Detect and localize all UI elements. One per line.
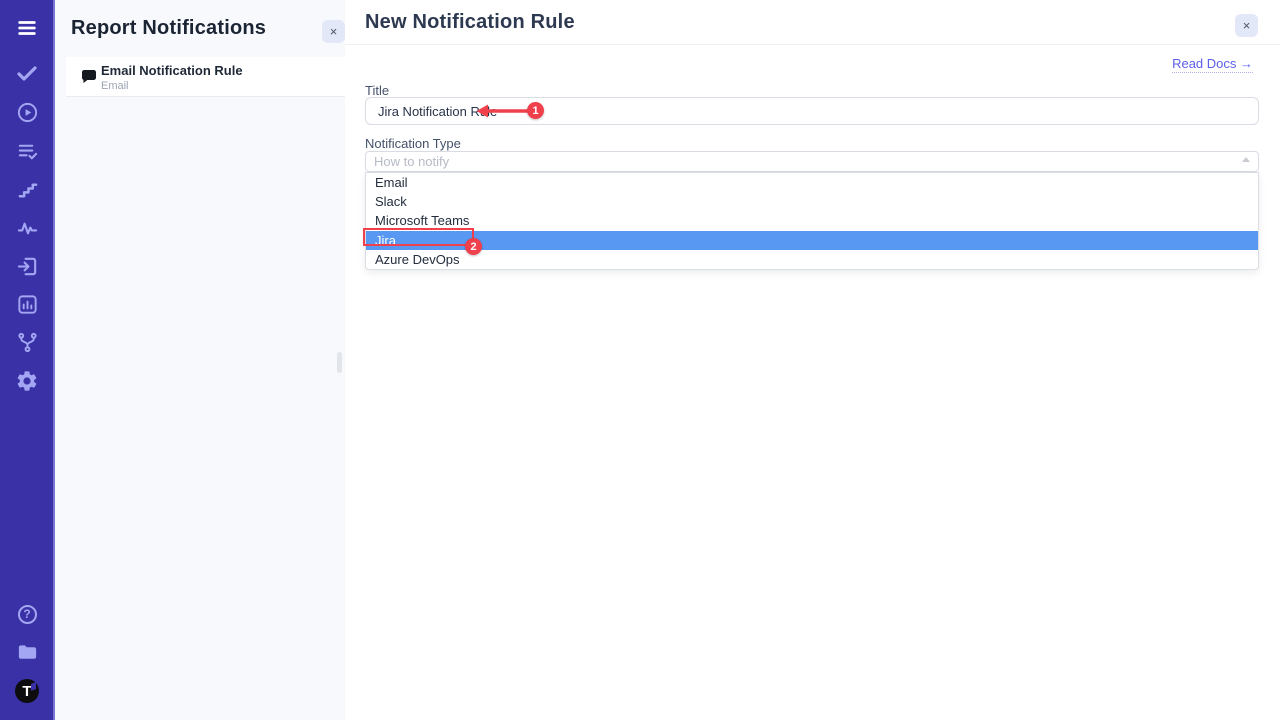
sidebar: ? T <box>0 0 55 720</box>
speech-bubble-icon <box>80 68 98 90</box>
option-slack[interactable]: Slack <box>366 192 1258 211</box>
steps-icon[interactable] <box>14 176 40 202</box>
list-check-icon[interactable] <box>14 138 40 164</box>
annotation-step-2-badge: 2 <box>465 238 482 255</box>
list-item-title: Email Notification Rule <box>101 63 243 78</box>
panel-close-button[interactable]: × <box>322 20 345 43</box>
drawer-close-button[interactable]: × <box>1235 14 1258 37</box>
list-item-subtitle: Email <box>101 80 129 92</box>
annotation-highlight-box <box>363 228 474 246</box>
t-logo[interactable]: T <box>14 678 40 704</box>
check-icon[interactable] <box>14 60 40 86</box>
fork-icon[interactable] <box>14 329 40 355</box>
option-jira[interactable]: Jira <box>366 231 1258 250</box>
list-item-email-notification-rule[interactable]: Email Notification Rule Email <box>66 57 345 97</box>
option-microsoft-teams[interactable]: Microsoft Teams <box>366 211 1258 230</box>
help-icon[interactable]: ? <box>14 601 40 627</box>
select-placeholder: How to notify <box>374 152 449 171</box>
new-notification-rule-drawer: New Notification Rule × Read Docs → Titl… <box>345 0 1280 720</box>
drawer-header: New Notification Rule <box>345 0 1280 45</box>
report-notifications-panel: Report Notifications × Email Notificatio… <box>55 0 345 720</box>
option-azure-devops[interactable]: Azure DevOps <box>366 250 1258 269</box>
annotation-step-1-badge: 1 <box>527 102 544 119</box>
menu-icon[interactable] <box>14 15 40 41</box>
gear-icon[interactable] <box>14 368 40 394</box>
caret-up-icon <box>1242 157 1250 162</box>
notification-type-dropdown: Email Slack Microsoft Teams Jira Azure D… <box>365 172 1259 270</box>
sign-in-icon[interactable] <box>14 253 40 279</box>
play-circle-icon[interactable] <box>14 99 40 125</box>
notification-type-label: Notification Type <box>365 136 461 151</box>
read-docs-link[interactable]: Read Docs → <box>1172 56 1253 73</box>
folder-icon[interactable] <box>14 639 40 665</box>
option-email[interactable]: Email <box>366 173 1258 192</box>
bar-chart-icon[interactable] <box>14 291 40 317</box>
annotation-arrow-left <box>475 101 533 121</box>
panel-scrollbar-thumb[interactable] <box>337 352 342 373</box>
panel-title: Report Notifications <box>71 17 266 40</box>
title-field-label: Title <box>365 83 389 98</box>
activity-icon[interactable] <box>14 215 40 241</box>
notification-type-select[interactable]: How to notify <box>365 151 1259 172</box>
drawer-title: New Notification Rule <box>365 11 575 34</box>
